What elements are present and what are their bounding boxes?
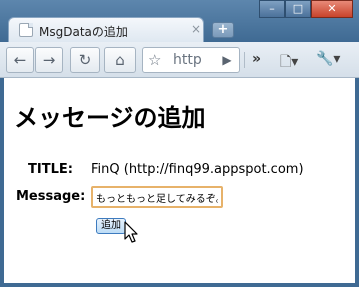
reload-button[interactable]: ↻ xyxy=(70,47,100,73)
bookmark-star-icon[interactable]: ☆ xyxy=(148,51,161,69)
message-label: Message: xyxy=(16,189,86,204)
message-input[interactable] xyxy=(91,186,223,208)
toolbar-divider xyxy=(244,52,245,68)
window-frame-right xyxy=(355,78,359,287)
wrench-menu-icon[interactable]: 🔧▾ xyxy=(316,51,340,67)
page-content: メッセージの追加 TITLE: FinQ (http://finq99.apps… xyxy=(4,78,355,283)
page-title: メッセージの追加 xyxy=(14,104,206,132)
address-text: http xyxy=(173,52,202,68)
tab-title: MsgDataの追加 xyxy=(39,25,128,39)
page-menu-icon[interactable]: 🗋▾ xyxy=(280,51,298,75)
title-value: FinQ (http://finq99.appspot.com) xyxy=(91,162,304,177)
home-button[interactable]: ⌂ xyxy=(104,47,136,73)
address-bar[interactable]: ☆ http ▶ xyxy=(142,47,240,73)
go-icon[interactable]: ▶ xyxy=(217,51,237,69)
forward-button[interactable]: → xyxy=(35,47,63,73)
window-frame-bottom xyxy=(0,283,359,287)
minimize-button[interactable]: – xyxy=(259,0,285,18)
new-tab-button[interactable]: + xyxy=(212,22,234,38)
page-icon xyxy=(19,23,33,37)
browser-toolbar: ← → ↻ ⌂ ☆ http ▶ » 🗋▾ 🔧▾ xyxy=(0,42,359,78)
add-button[interactable]: 追加 xyxy=(96,218,126,234)
tab-close-icon[interactable]: × xyxy=(191,22,201,36)
title-label: TITLE: xyxy=(28,162,73,177)
maximize-button[interactable]: □ xyxy=(285,0,311,18)
close-window-button[interactable]: ✕ xyxy=(311,0,353,18)
browser-tab[interactable]: MsgDataの追加 × xyxy=(8,17,204,42)
window-titlebar: MsgDataの追加 × + – □ ✕ xyxy=(0,0,359,42)
back-button[interactable]: ← xyxy=(6,47,34,73)
bookmarks-overflow-icon[interactable]: » xyxy=(252,51,261,67)
window-controls: – □ ✕ xyxy=(259,0,353,19)
mouse-pointer-icon xyxy=(124,221,138,243)
